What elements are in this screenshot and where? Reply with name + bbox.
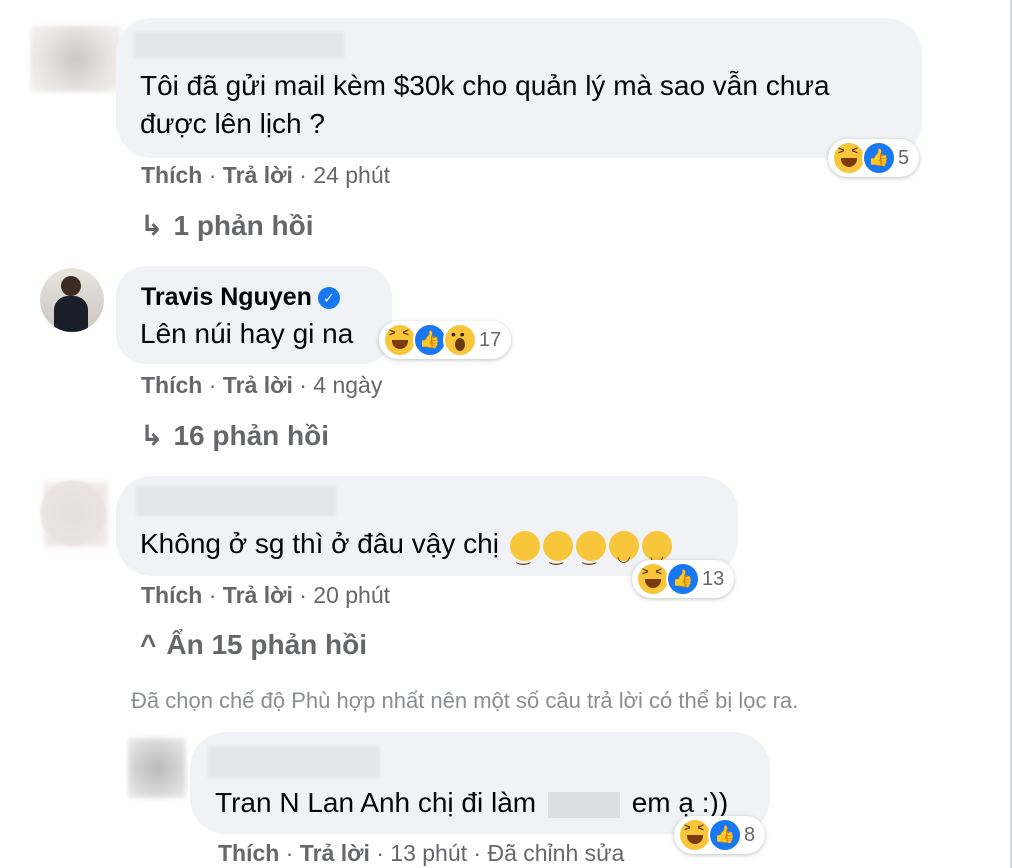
author-name[interactable]: Travis Nguyen ✓ <box>141 283 340 312</box>
reply-text-end: em ạ :)) <box>631 787 729 818</box>
replies-count: 16 phản hồi <box>173 420 330 451</box>
reaction-count: 13 <box>702 567 725 590</box>
comment-actions: Thích · Trả lời · 4 ngày <box>141 372 382 399</box>
separator: · <box>208 372 223 398</box>
separator: · <box>208 582 223 608</box>
reply-text: Tran N Lan Anh chị đi làm em ạ :)) <box>215 783 728 822</box>
relieved-face-icon <box>542 530 573 576</box>
reply-link[interactable]: Trả lời <box>223 372 293 398</box>
replies-count: 1 phản hồi <box>173 210 314 241</box>
comment-text: Không ở sg thì ở đâu vậy chị <box>140 524 672 576</box>
timestamp[interactable]: · 24 phút <box>299 162 390 188</box>
like-icon: 👍 <box>413 323 447 357</box>
comment-text-content: Không ở sg thì ở đâu vậy chị <box>140 528 499 559</box>
reaction-summary[interactable]: 👍 8 <box>674 816 766 854</box>
author-name-redacted[interactable] <box>134 32 344 58</box>
reply-link[interactable]: Trả lời <box>223 162 293 188</box>
like-link[interactable]: Thích <box>141 162 202 188</box>
author-name-redacted[interactable] <box>136 486 336 516</box>
like-link[interactable]: Thích <box>218 840 279 866</box>
verified-badge-icon: ✓ <box>317 287 340 310</box>
reply-actions: Thích · Trả lời · 13 phút · Đã chỉnh sửa <box>218 840 624 867</box>
like-icon: 👍 <box>862 141 896 175</box>
comment-actions: Thích · Trả lời · 20 phút <box>141 582 390 609</box>
replies-count: Ẩn 15 phản hồi <box>166 629 368 660</box>
reply-link[interactable]: Trả lời <box>300 840 370 866</box>
edited-label: · Đã chỉnh sửa <box>473 840 625 866</box>
filter-notice: Đã chọn chế độ Phù hợp nhất nên một số c… <box>131 688 799 713</box>
like-link[interactable]: Thích <box>141 582 202 608</box>
avatar[interactable] <box>128 738 186 798</box>
timestamp[interactable]: · 20 phút <box>299 582 390 608</box>
timestamp[interactable]: · 4 ngày <box>299 372 382 398</box>
reaction-count: 8 <box>744 823 756 846</box>
timestamp[interactable]: · 13 phút <box>376 840 467 866</box>
relieved-face-icon <box>509 530 540 576</box>
like-link[interactable]: Thích <box>141 372 202 398</box>
relieved-face-icon <box>575 530 606 576</box>
view-replies-link[interactable]: ↳ 1 phản hồi <box>140 209 313 242</box>
avatar-overlay <box>44 483 108 547</box>
redacted-text <box>547 791 620 818</box>
haha-icon <box>383 323 417 357</box>
haha-icon <box>832 141 866 175</box>
avatar-body <box>54 296 88 332</box>
reaction-summary[interactable]: 👍 17 <box>379 321 512 359</box>
avatar-figure <box>61 276 81 296</box>
comment-text: Tôi đã gửi mail kèm $30k cho quản lý mà … <box>140 70 830 101</box>
reaction-summary[interactable]: 👍 13 <box>632 560 735 598</box>
comment-text: Lên núi hay gi na <box>140 318 354 349</box>
haha-icon <box>678 818 712 852</box>
reaction-summary[interactable]: 👍 5 <box>828 139 920 177</box>
haha-icon <box>636 562 670 596</box>
comment-actions: Thích · Trả lời · 24 phút <box>141 162 390 189</box>
reaction-count: 5 <box>898 146 910 169</box>
avatar[interactable] <box>30 26 122 92</box>
reply-link[interactable]: Trả lời <box>223 582 293 608</box>
separator: · <box>285 840 300 866</box>
view-replies-link[interactable]: ↳ 16 phản hồi <box>140 419 329 452</box>
smirk-face-icon <box>608 530 639 576</box>
like-icon: 👍 <box>666 562 700 596</box>
reply-text-start: Tran N Lan Anh chị đi làm <box>215 787 537 818</box>
smirk-face-icon <box>641 530 672 576</box>
hide-replies-link[interactable]: ^ Ẩn 15 phản hồi <box>140 629 367 661</box>
wow-icon <box>443 323 477 357</box>
reply-arrow-icon: ↳ <box>140 210 164 241</box>
separator: · <box>208 162 223 188</box>
author-name-text[interactable]: Travis Nguyen <box>141 283 312 311</box>
avatar[interactable] <box>40 268 104 332</box>
like-icon: 👍 <box>708 818 742 852</box>
comment-text-line2: được lên lịch ? <box>140 108 325 139</box>
chevron-up-icon: ^ <box>140 629 157 660</box>
author-name-redacted[interactable] <box>208 746 380 778</box>
reaction-count: 17 <box>479 328 502 351</box>
reply-arrow-icon: ↳ <box>140 420 164 451</box>
